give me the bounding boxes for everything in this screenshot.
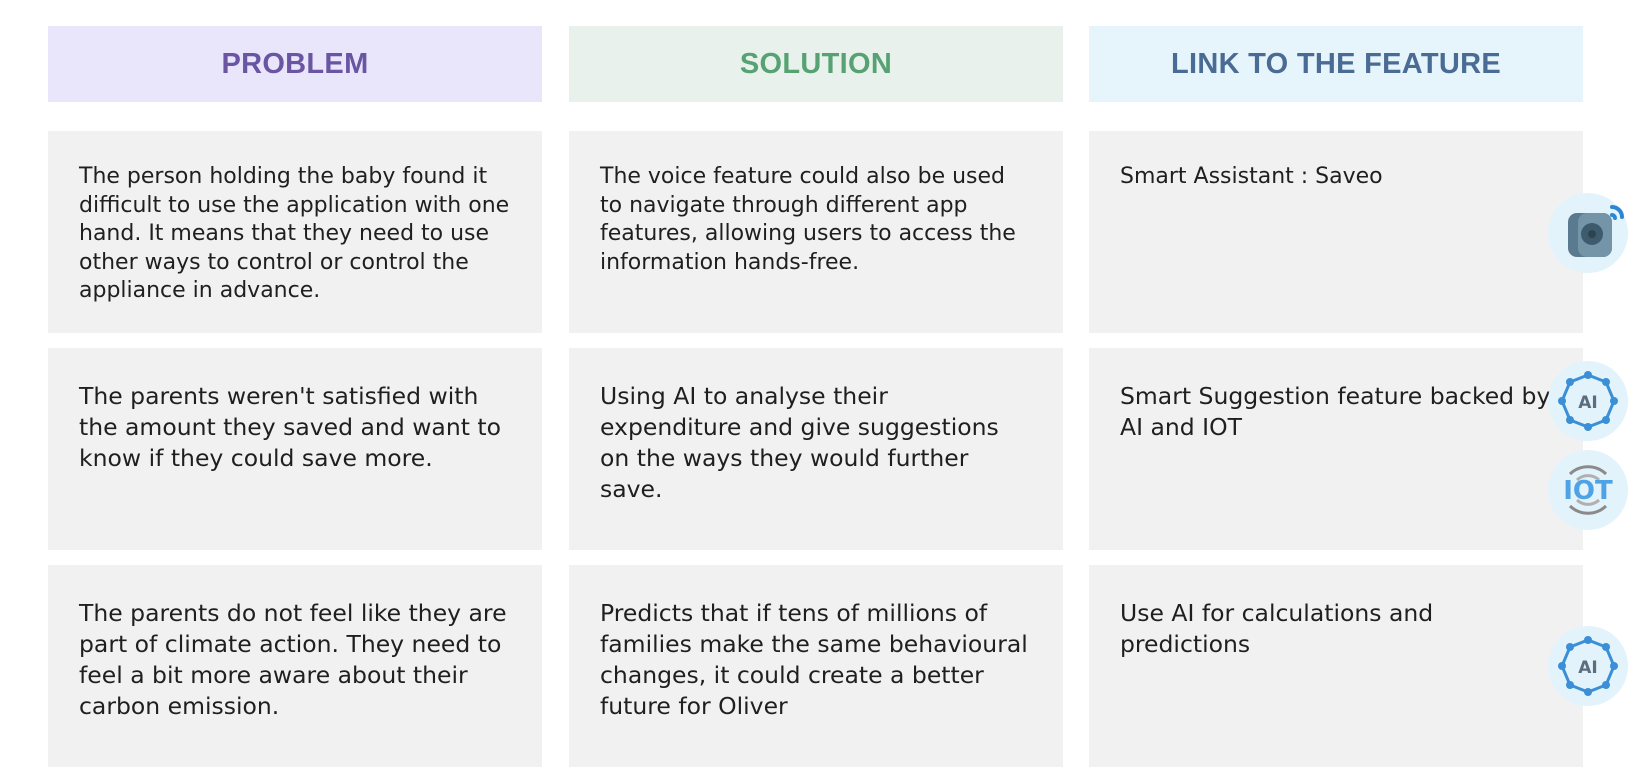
solution-cell-2: Using AI to analyse their expenditure an…: [569, 348, 1063, 550]
smart-speaker-icon: [1548, 193, 1628, 273]
ai-icon-label: AI: [1578, 658, 1597, 678]
solution-cell-1: The voice feature could also be used to …: [569, 131, 1063, 333]
ai-icon-label: AI: [1578, 393, 1597, 413]
problem-header: PROBLEM: [48, 26, 542, 102]
solution-header: SOLUTION: [569, 26, 1063, 102]
link-to-feature-header: LINK TO THE FEATURE: [1089, 26, 1583, 102]
ai-chip-icon: AI: [1548, 626, 1628, 706]
feature-cell-3: Use AI for calculations and predictions: [1089, 565, 1583, 767]
problem-cell-3: The parents do not feel like they are pa…: [48, 565, 542, 767]
problem-cell-1: The person holding the baby found it dif…: [48, 131, 542, 333]
feature-cell-1: Smart Assistant : Saveo: [1089, 131, 1583, 333]
iot-icon: IOT: [1548, 450, 1628, 530]
solution-cell-3: Predicts that if tens of millions of fam…: [569, 565, 1063, 767]
feature-cell-2: Smart Suggestion feature backed by AI an…: [1089, 348, 1583, 550]
problem-cell-2: The parents weren't satisfied with the a…: [48, 348, 542, 550]
iot-icon-label: IOT: [1563, 476, 1613, 506]
ai-chip-icon: AI: [1548, 361, 1628, 441]
